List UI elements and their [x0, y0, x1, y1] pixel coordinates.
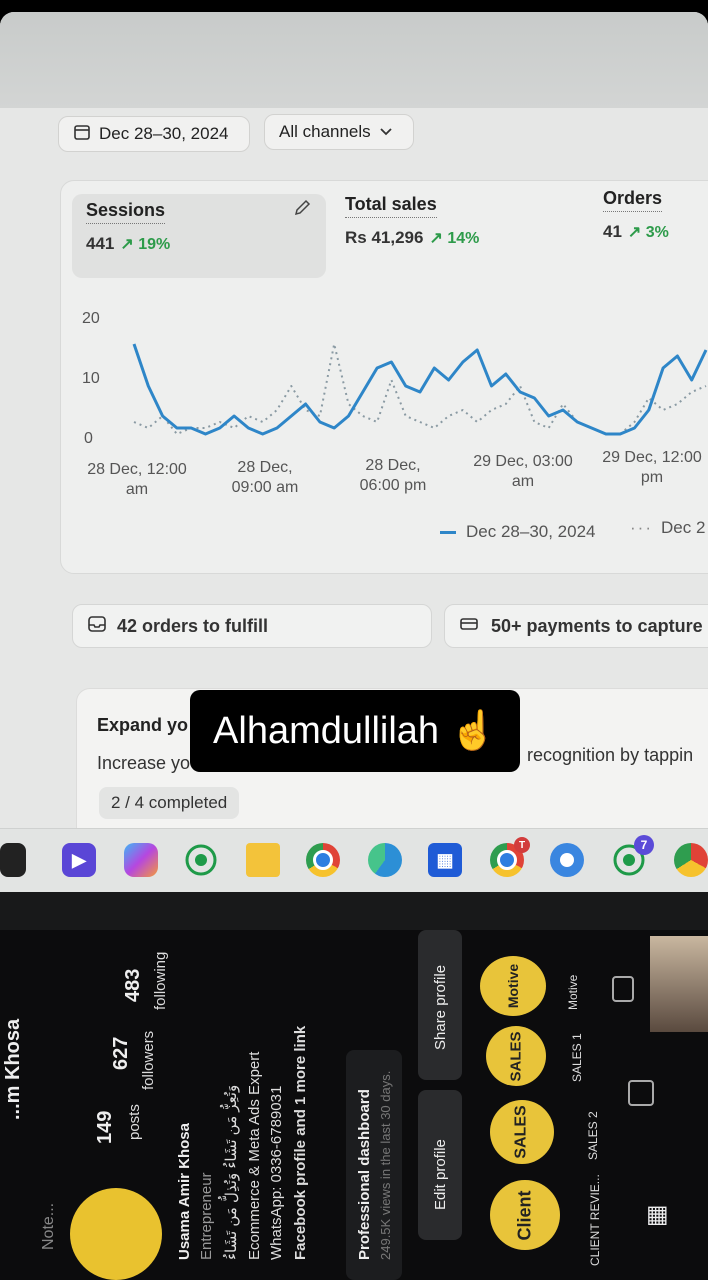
highlight-sales-1[interactable]: SALES [486, 1026, 546, 1086]
x-tick-1: 28 Dec, 09:00 am [231, 459, 299, 496]
expand-body-right: recognition by tappin [527, 745, 694, 765]
payments-to-capture-label: 50+ payments to capture [491, 615, 703, 636]
professional-dashboard-card[interactable] [346, 1050, 402, 1280]
file-explorer-icon[interactable] [246, 843, 280, 877]
expand-body-left: Increase yo [97, 753, 191, 773]
highlight-label-client: CLIENT REVIE... [588, 1174, 602, 1266]
note-label: Note... [40, 1202, 57, 1250]
whatsapp-business-icon[interactable]: 7 [612, 835, 654, 877]
highlight-label-sales2: SALES 2 [586, 1111, 600, 1160]
legend-solid-swatch [440, 531, 456, 535]
payment-icon [459, 615, 481, 638]
laptop-screen: Dec 28–30, 2024 All channels Sessions 44… [0, 12, 708, 892]
highlight-client-reviews[interactable]: Client [490, 1180, 560, 1250]
post-thumbnail[interactable] [650, 936, 708, 1032]
grid-view-icon[interactable]: ▦ [646, 1200, 676, 1230]
x-tick-4: 29 Dec, 12:00 pm [602, 449, 702, 486]
x-tick-3: 29 Dec, 03:00 am [473, 453, 573, 490]
highlight-motive[interactable]: Motive [480, 956, 546, 1016]
edit-profile-label: Edit profile [432, 1139, 449, 1210]
profile-username: ...m Khosa [2, 1018, 24, 1120]
share-profile-label: Share profile [432, 964, 449, 1050]
chrome-profile-icon[interactable] [306, 843, 340, 877]
legend-dotted-swatch: ··· [630, 518, 653, 537]
legend-previous: ··· Dec 2 [630, 518, 706, 537]
profile-avatar[interactable] [70, 1188, 162, 1280]
story-caption: Alhamdullilah ☝️ [190, 690, 520, 772]
display-name: Usama Amir Khosa [176, 1123, 193, 1260]
posts-count: 149 [94, 1110, 116, 1144]
series-line-0 [132, 343, 708, 436]
laptop-hinge [0, 892, 708, 930]
whatsapp-icon[interactable] [184, 843, 218, 877]
posts-label: posts [126, 1104, 143, 1140]
series-line-1 [133, 343, 707, 435]
dashboard-subtitle: 249.5K views in the last 30 days. [378, 1070, 393, 1260]
chrome-badge: T [514, 837, 530, 853]
followers-label: followers [140, 1030, 157, 1090]
reels-icon[interactable] [628, 1080, 654, 1106]
tagged-icon[interactable] [612, 976, 634, 1002]
dashboard-title: Professional dashboard [356, 1089, 373, 1260]
followers-count: 627 [110, 1036, 132, 1070]
bio-arabic: وَتُعِزُّ مَن تَشَاءُ وَتُذِلُّ مَن تَشَ… [223, 1084, 240, 1260]
payments-to-capture-button[interactable]: 50+ payments to capture [444, 604, 708, 648]
progress-badge: 2 / 4 completed [99, 787, 240, 819]
following-label: following [152, 951, 169, 1010]
highlight-sales-2[interactable]: SALES [490, 1100, 554, 1164]
legend-current: Dec 28–30, 2024 [440, 522, 596, 542]
orders-to-fulfill-button[interactable]: 42 orders to fulfill [72, 604, 432, 648]
x-tick-0: 28 Dec, 12:00 am [87, 461, 187, 498]
chrome-icon[interactable]: T [490, 837, 530, 877]
expand-title: Expand yo [97, 715, 189, 735]
whatsapp-badge: 7 [634, 835, 654, 855]
orders-to-fulfill-label: 42 orders to fulfill [117, 615, 269, 636]
bio-whatsapp: WhatsApp: 0336-6789031 [268, 1085, 285, 1260]
store-icon[interactable]: ▦ [428, 843, 462, 877]
profile-links[interactable]: Facebook profile and 1 more link [292, 1026, 309, 1260]
chrome-blue-icon[interactable] [550, 843, 584, 877]
following-count: 483 [122, 968, 144, 1002]
teams-meet-icon[interactable]: ▶ [62, 843, 96, 877]
copilot-icon[interactable] [124, 843, 158, 877]
inbox-icon [87, 614, 107, 639]
bio-line: Ecommerce & Meta Ads Expert [246, 1051, 263, 1260]
chrome-extra-icon[interactable] [674, 843, 708, 877]
highlight-label-motive: Motive [566, 974, 580, 1010]
x-tick-2: 28 Dec, 06:00 pm [359, 457, 427, 494]
edge-icon[interactable] [368, 843, 402, 877]
task-view-icon[interactable] [0, 843, 26, 877]
phone-instagram-profile: ...m Khosa Note... 149 posts 627 followe… [0, 930, 708, 1280]
highlight-label-sales1: SALES 1 [570, 1033, 584, 1082]
category-label: Entrepreneur [198, 1172, 215, 1260]
windows-taskbar: ▶ ▦ T 7 [0, 828, 708, 892]
